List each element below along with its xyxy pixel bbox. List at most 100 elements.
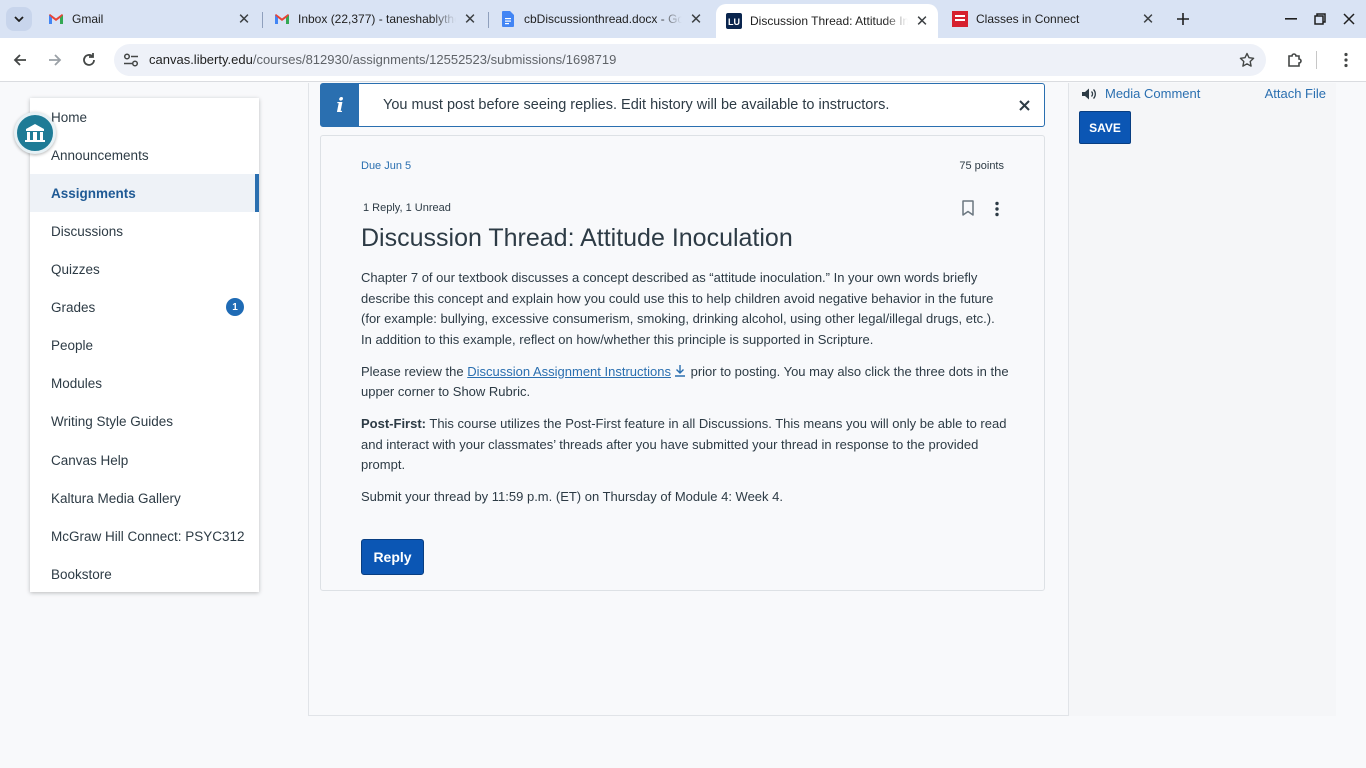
- nav-item-canvas-help[interactable]: Canvas Help: [30, 441, 259, 479]
- gmail-icon: [274, 11, 290, 27]
- kebab-menu-icon: [995, 201, 999, 217]
- chevron-down-icon: [14, 16, 24, 22]
- nav-item-label: Quizzes: [51, 261, 100, 277]
- download-icon[interactable]: [673, 364, 687, 378]
- extensions-button[interactable]: [1283, 48, 1307, 72]
- speaker-icon: [1082, 88, 1096, 99]
- due-date: Due Jun 5: [361, 160, 412, 172]
- nav-item-kaltura-media-gallery[interactable]: Kaltura Media Gallery: [30, 479, 259, 517]
- nav-item-writing-style-guides[interactable]: Writing Style Guides: [30, 402, 259, 440]
- liberty-icon: LU: [726, 13, 742, 29]
- browser-tab-connect[interactable]: Classes in Connect ✕: [942, 4, 1164, 34]
- discussion-card: Due Jun 5 75 points 1 Reply, 1 Unread Di…: [320, 135, 1045, 591]
- tab-title: Classes in Connect: [976, 12, 1134, 26]
- alert-text: You must post before seeing replies. Edi…: [383, 97, 890, 113]
- nav-item-home[interactable]: Home: [30, 98, 259, 136]
- browser-toolbar: canvas.liberty.edu/courses/812930/assign…: [0, 38, 1366, 82]
- tab-title: cbDiscussionthread.docx - Goo: [524, 12, 682, 26]
- close-window-button[interactable]: [1338, 8, 1360, 30]
- bookmark-icon[interactable]: [961, 200, 977, 218]
- tab-separator: [488, 12, 489, 28]
- browser-tab-inbox[interactable]: Inbox (22,377) - taneshablythe ✕: [264, 4, 486, 34]
- tab-title: Gmail: [72, 12, 230, 26]
- nav-item-label: Writing Style Guides: [51, 413, 174, 429]
- reply-count: 1 Reply, 1 Unread: [363, 202, 451, 214]
- nav-item-label: Canvas Help: [51, 452, 129, 468]
- accessibility-float-button[interactable]: [14, 112, 56, 154]
- nav-item-label: Assignments: [51, 185, 136, 201]
- discussion-body: Chapter 7 of our textbook discusses a co…: [361, 268, 1009, 519]
- discussion-options-button[interactable]: [989, 200, 1005, 218]
- nav-item-label: Announcements: [51, 147, 149, 163]
- nav-item-people[interactable]: People: [30, 326, 259, 364]
- back-button[interactable]: [8, 48, 32, 72]
- minimize-button[interactable]: [1280, 8, 1302, 30]
- close-icon[interactable]: ✕: [912, 11, 932, 31]
- arrow-left-icon: [13, 54, 26, 66]
- alert-close-button[interactable]: [1014, 95, 1034, 115]
- browser-tab-docs[interactable]: cbDiscussionthread.docx - Goo ✕: [490, 4, 712, 34]
- gmail-icon: [48, 11, 64, 27]
- nav-item-label: McGraw Hill Connect: PSYC312: [51, 528, 245, 544]
- browser-tab-bar: Gmail ✕ Inbox (22,377) - taneshablythe ✕…: [0, 0, 1366, 38]
- tab-separator: [262, 12, 263, 28]
- site-info-icon[interactable]: [122, 51, 140, 69]
- restore-icon: [1314, 13, 1326, 25]
- nav-item-bookstore[interactable]: Bookstore: [30, 555, 259, 593]
- attach-file-link[interactable]: Attach File: [1265, 86, 1326, 101]
- arrow-right-icon: [49, 54, 62, 66]
- nav-item-label: People: [51, 337, 94, 353]
- puzzle-icon: [1288, 53, 1302, 67]
- post-first-label: Post-First:: [361, 416, 426, 431]
- nav-item-label: Discussions: [51, 223, 124, 239]
- close-icon[interactable]: ✕: [686, 9, 706, 29]
- nav-item-announcements[interactable]: Announcements: [30, 136, 259, 174]
- google-docs-icon: [500, 11, 516, 27]
- mcgraw-hill-icon: [952, 11, 968, 27]
- nav-item-mcgraw-hill-connect[interactable]: McGraw Hill Connect: PSYC312: [30, 517, 259, 555]
- prompt-paragraph: Chapter 7 of our textbook discusses a co…: [361, 270, 995, 347]
- url-text[interactable]: canvas.liberty.edu/courses/812930/assign…: [149, 52, 616, 67]
- close-icon: [1343, 13, 1355, 25]
- canvas-page: Media Comment Attach File SAVE Home Anno…: [0, 83, 1366, 768]
- post-first-paragraph: Post-First: This course utilizes the Pos…: [361, 414, 1009, 476]
- deadline-paragraph: Submit your thread by 11:59 p.m. (ET) on…: [361, 489, 783, 504]
- save-button[interactable]: SAVE: [1079, 111, 1131, 144]
- close-icon[interactable]: ✕: [234, 9, 254, 29]
- new-tab-button[interactable]: [1172, 8, 1194, 30]
- tab-title: Inbox (22,377) - taneshablythe: [298, 12, 456, 26]
- post-first-alert: i You must post before seeing replies. E…: [320, 83, 1045, 127]
- reload-button[interactable]: [77, 48, 101, 72]
- nav-item-quizzes[interactable]: Quizzes: [30, 250, 259, 288]
- address-bar[interactable]: canvas.liberty.edu/courses/812930/assign…: [114, 44, 1266, 76]
- close-icon[interactable]: ✕: [1138, 9, 1158, 29]
- url-path: /courses/812930/assignments/12552523/sub…: [252, 52, 617, 67]
- school-building-icon: [25, 124, 45, 142]
- media-comment-link[interactable]: Media Comment: [1081, 86, 1200, 101]
- browser-tab-discussion[interactable]: LU Discussion Thread: Attitude Ino ✕: [716, 4, 938, 38]
- nav-item-modules[interactable]: Modules: [30, 364, 259, 402]
- plus-icon: [1177, 13, 1189, 25]
- tab-search-button[interactable]: [6, 7, 32, 31]
- reply-button[interactable]: Reply: [361, 539, 424, 575]
- close-icon: [1018, 99, 1030, 111]
- discussion-instructions-link[interactable]: Discussion Assignment Instructions: [467, 364, 671, 379]
- nav-item-assignments[interactable]: Assignments: [30, 174, 259, 212]
- media-comment-label: Media Comment: [1105, 86, 1201, 101]
- grades-badge: 1: [226, 298, 244, 316]
- restore-button[interactable]: [1309, 8, 1331, 30]
- points-possible: 75 points: [959, 160, 1004, 172]
- nav-item-discussions[interactable]: Discussions: [30, 212, 259, 250]
- browser-menu-button[interactable]: [1334, 48, 1358, 72]
- discussion-title: Discussion Thread: Attitude Inoculation: [361, 224, 793, 252]
- bookmark-star-icon[interactable]: [1238, 51, 1256, 69]
- browser-tab-gmail[interactable]: Gmail ✕: [38, 4, 260, 34]
- nav-item-label: Home: [51, 109, 88, 125]
- post-first-text: This course utilizes the Post-First feat…: [361, 416, 1007, 472]
- svg-text:LU: LU: [728, 17, 740, 27]
- submission-panel: Media Comment Attach File SAVE: [1068, 83, 1336, 716]
- close-icon[interactable]: ✕: [460, 9, 480, 29]
- nav-item-grades[interactable]: Grades 1: [30, 288, 259, 326]
- forward-button[interactable]: [43, 48, 67, 72]
- minimize-icon: [1285, 18, 1297, 20]
